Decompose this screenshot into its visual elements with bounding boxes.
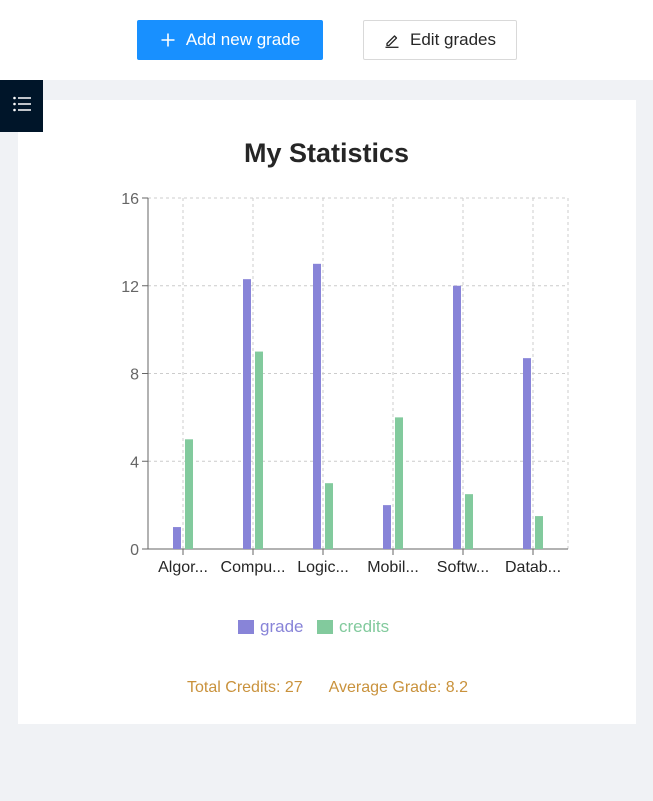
total-credits: Total Credits: 27	[187, 679, 303, 696]
y-tick-label: 4	[130, 454, 139, 471]
bar-grade	[453, 285, 461, 549]
x-tick-label: Softw...	[437, 559, 489, 576]
sidebar-toggle-button[interactable]	[0, 80, 43, 132]
average-grade: Average Grade: 8.2	[328, 679, 468, 696]
menu-list-icon	[12, 96, 32, 117]
bar-credits	[255, 351, 263, 549]
y-tick-label: 12	[121, 279, 139, 296]
legend-label: grade	[260, 617, 303, 636]
x-tick-label: Logic...	[297, 559, 349, 576]
y-tick-label: 0	[130, 542, 139, 559]
bar-credits	[465, 494, 473, 549]
x-tick-label: Compu...	[221, 559, 286, 576]
bar-credits	[395, 417, 403, 549]
bar-grade	[173, 527, 181, 549]
legend-swatch	[238, 620, 254, 634]
legend-label: credits	[339, 617, 389, 636]
y-tick-label: 16	[121, 191, 139, 208]
bar-grade	[523, 358, 531, 549]
y-tick-label: 8	[130, 367, 139, 384]
x-tick-label: Datab...	[505, 559, 561, 576]
bar-grade	[383, 505, 391, 549]
bar-grade	[243, 279, 251, 549]
x-tick-label: Mobil...	[367, 559, 419, 576]
bar-credits	[325, 483, 333, 549]
bar-credits	[185, 439, 193, 549]
legend-swatch	[317, 620, 333, 634]
summary-stats: Total Credits: 27 Average Grade: 8.2	[0, 679, 653, 699]
x-tick-label: Algor...	[158, 559, 208, 576]
bar-credits	[535, 516, 543, 549]
bar-grade	[313, 263, 321, 549]
